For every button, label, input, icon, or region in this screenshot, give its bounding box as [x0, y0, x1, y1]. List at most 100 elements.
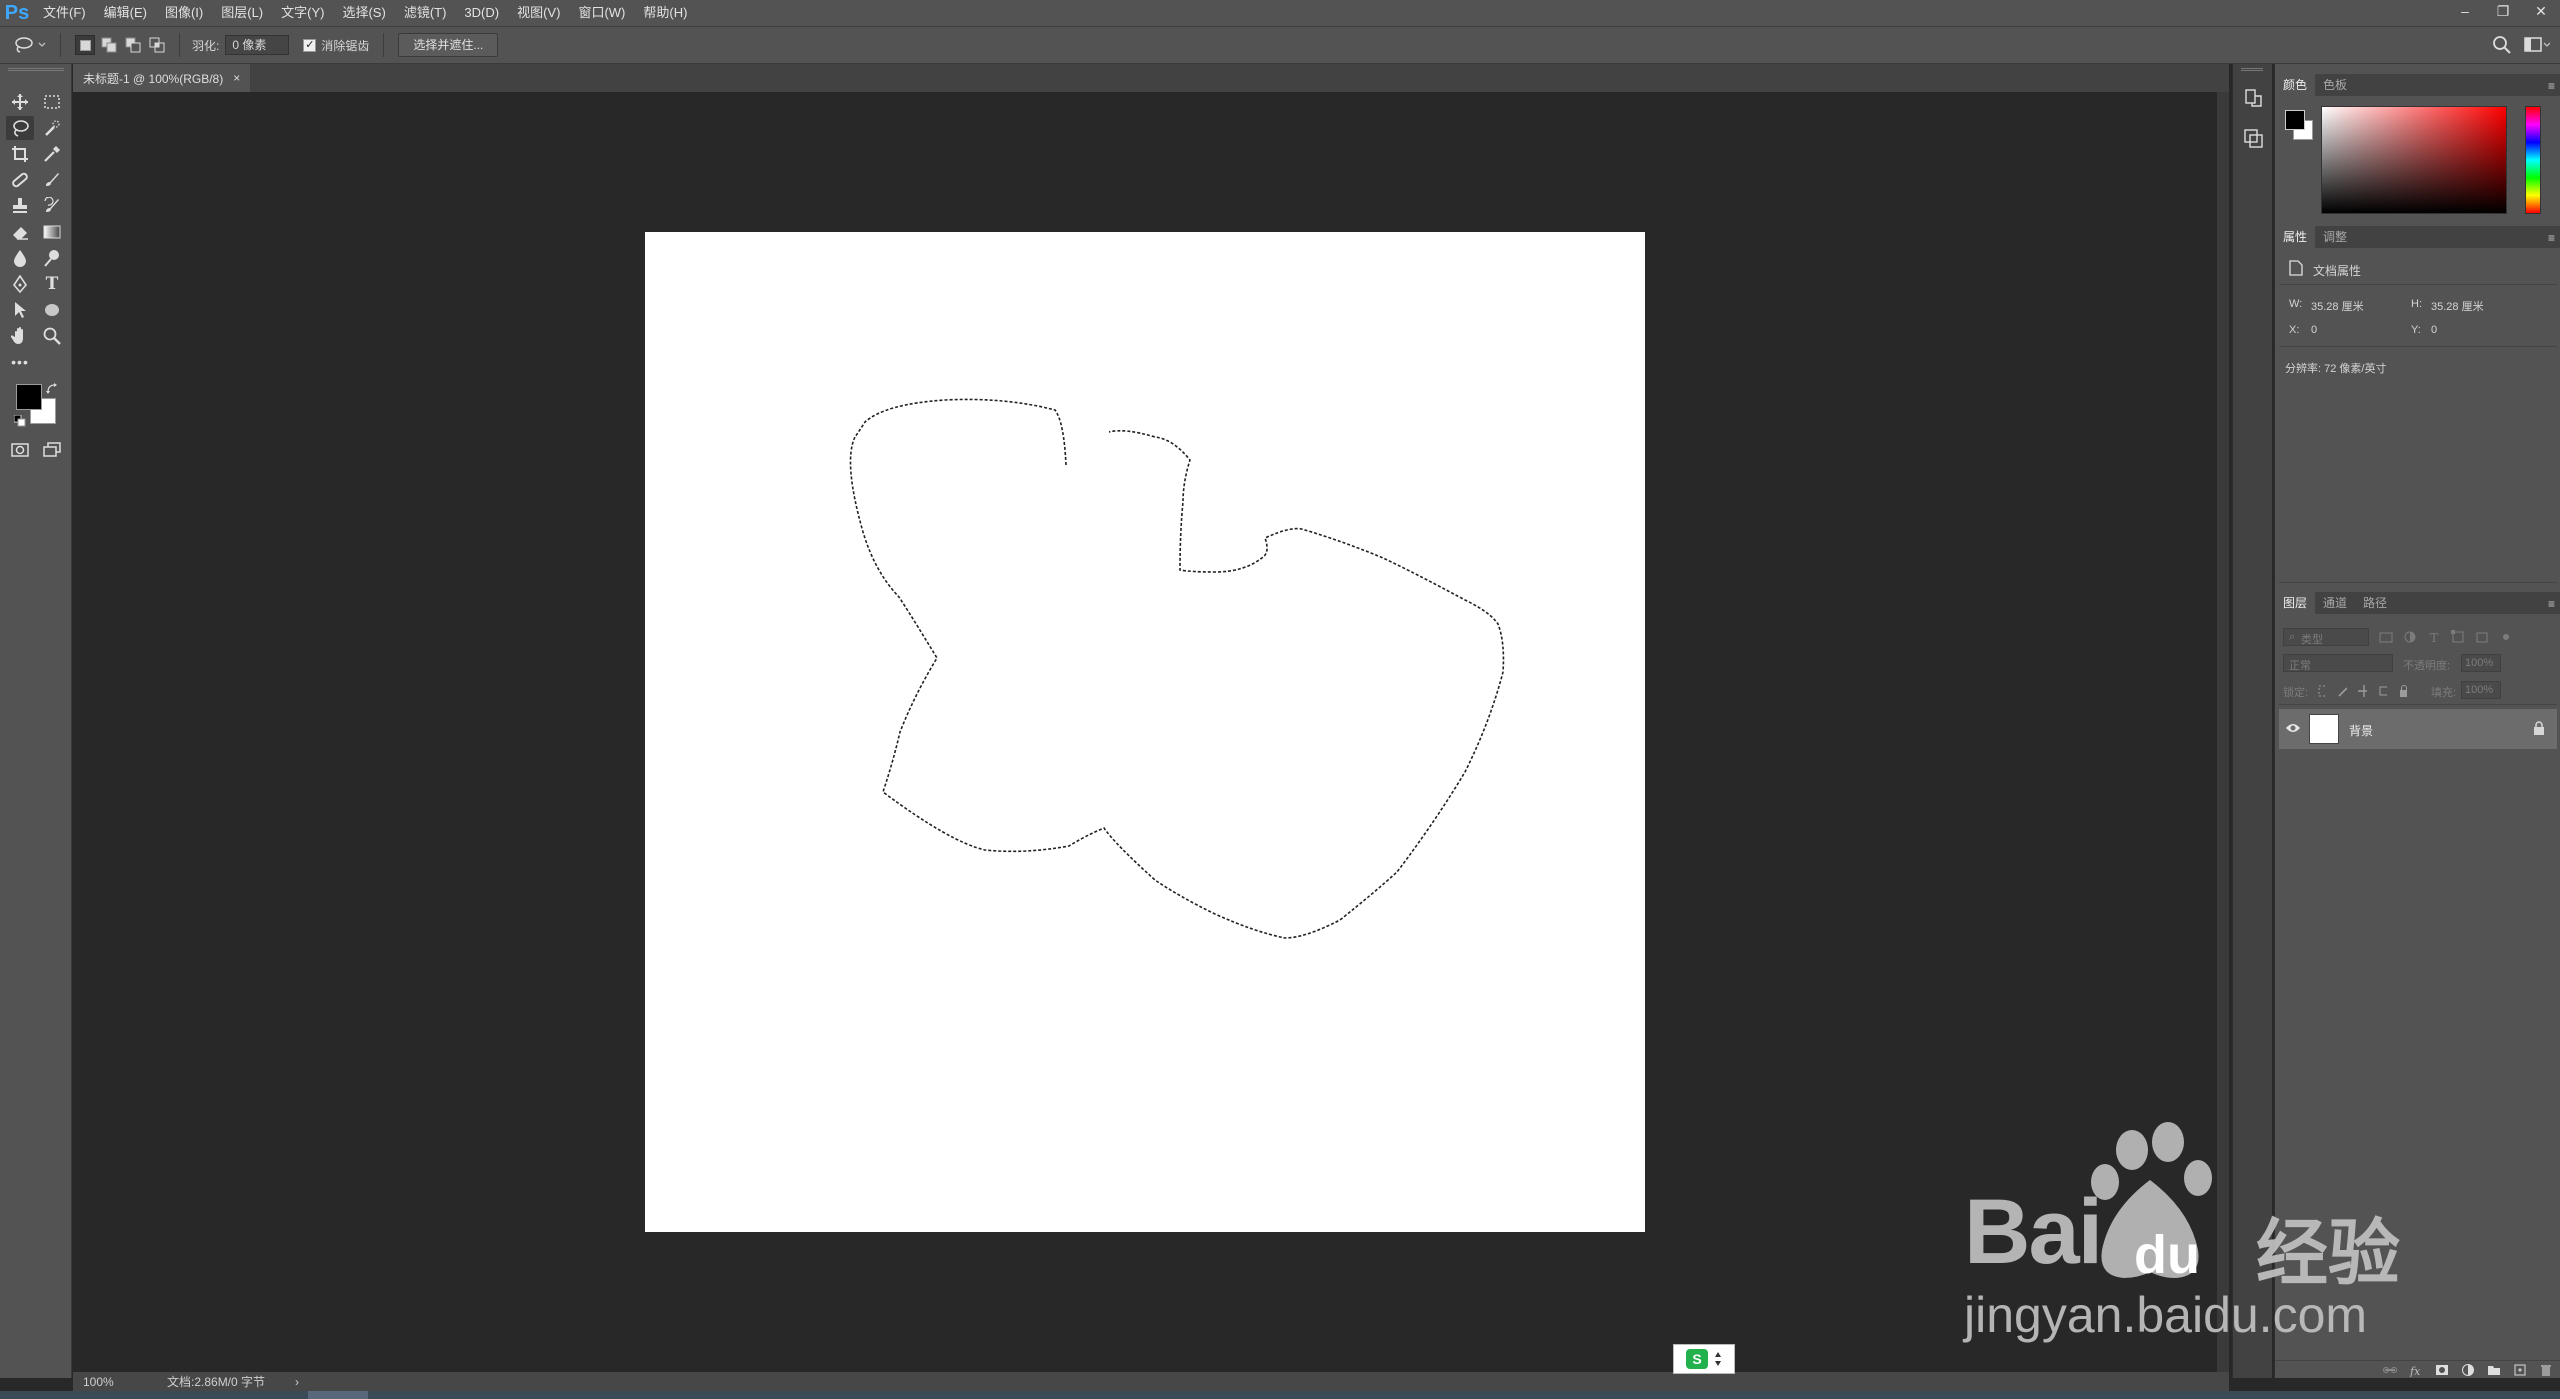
color-panel-foreground-swatch[interactable] [2285, 110, 2305, 130]
tab-adjustments[interactable]: 调整 [2315, 226, 2355, 248]
new-group-icon [2488, 1366, 2500, 1375]
filter-type-icon: T [2430, 631, 2438, 644]
link-layers-icon [2383, 1367, 2397, 1373]
menu-filter[interactable]: 滤镜(T) [395, 0, 456, 26]
healing-brush-tool-icon[interactable] [6, 168, 34, 192]
menu-type[interactable]: 文字(Y) [272, 0, 333, 26]
menu-file[interactable]: 文件(F) [34, 0, 95, 26]
window-controls: – ❐ ✕ [2446, 0, 2560, 22]
intersect-selection-button[interactable] [147, 35, 167, 55]
document-properties-title: 文档属性 [2313, 264, 2362, 278]
zoom-tool-icon[interactable] [38, 324, 66, 348]
close-button[interactable]: ✕ [2522, 0, 2560, 22]
menu-3d[interactable]: 3D(D) [455, 0, 508, 26]
resolution-text: 分辨率: 72 像素/英寸 [2285, 363, 2387, 375]
menu-image[interactable]: 图像(I) [156, 0, 212, 26]
eyedropper-tool-icon[interactable] [38, 142, 66, 166]
tab-channels[interactable]: 通道 [2315, 592, 2355, 614]
gradient-tool-icon[interactable] [38, 220, 66, 244]
ellipse-tool-icon[interactable] [38, 298, 66, 322]
filter-pixel-icon [2379, 632, 2393, 643]
document-properties-icon [2289, 260, 2303, 276]
color-picker-field[interactable] [2321, 106, 2507, 214]
filter-adjustment-icon [2404, 631, 2416, 643]
width-value[interactable]: 35.28 厘米 [2311, 298, 2364, 314]
add-selection-button[interactable] [99, 35, 119, 55]
crop-tool-icon[interactable] [6, 142, 34, 166]
restore-button[interactable]: ❐ [2484, 0, 2522, 22]
lock-image-icon [2338, 687, 2347, 697]
menu-window[interactable]: 窗口(W) [569, 0, 634, 26]
marquee-tool-icon[interactable] [38, 90, 66, 114]
brush-tool-icon[interactable] [38, 168, 66, 192]
select-and-mask-button[interactable]: 选择并遮住... [398, 33, 499, 57]
tab-properties[interactable]: 属性 [2275, 226, 2316, 248]
menu-view[interactable]: 视图(V) [508, 0, 569, 26]
canvas-area[interactable] [73, 92, 2217, 1372]
dodge-tool-icon[interactable] [38, 246, 66, 270]
antialias-label: 消除锯齿 [321, 38, 370, 53]
properties-panel-icon[interactable] [2241, 126, 2265, 150]
new-layer-icon [2514, 1364, 2526, 1376]
height-value[interactable]: 35.28 厘米 [2431, 298, 2484, 314]
path-selection-tool-icon[interactable] [6, 298, 34, 322]
history-panel-icon[interactable] [2241, 86, 2265, 110]
feather-input[interactable]: 0 像素 [225, 35, 290, 55]
menu-layer[interactable]: 图层(L) [212, 0, 272, 26]
zoom-level[interactable]: 100% [83, 1375, 143, 1389]
subtract-selection-button[interactable] [123, 35, 143, 55]
more-tools-icon[interactable]: ••• [6, 350, 34, 374]
menu-edit[interactable]: 编辑(E) [95, 0, 156, 26]
pen-tool-icon[interactable] [6, 272, 34, 296]
quick-mask-icon[interactable] [6, 438, 34, 462]
document-canvas[interactable] [645, 232, 1645, 1232]
clone-stamp-tool-icon[interactable] [6, 194, 34, 218]
lock-icons [2317, 684, 2407, 698]
tab-swatches[interactable]: 色板 [2315, 74, 2355, 96]
new-selection-button[interactable] [75, 35, 95, 55]
layers-panel-menu-icon[interactable]: ≡ [2548, 597, 2555, 611]
properties-panel-menu-icon[interactable]: ≡ [2548, 231, 2555, 245]
eraser-tool-icon[interactable] [6, 220, 34, 244]
type-tool-icon[interactable]: T [38, 272, 66, 296]
antialias-checkbox[interactable]: ✓ [303, 38, 317, 52]
ime-indicator[interactable]: S [1673, 1344, 1735, 1374]
hue-slider[interactable] [2525, 106, 2541, 214]
blur-tool-icon[interactable] [6, 246, 34, 270]
screen-mode-icon[interactable] [38, 438, 66, 462]
layer-row-background[interactable]: 背景 [2279, 709, 2557, 749]
minimize-button[interactable]: – [2446, 0, 2484, 22]
document-tab[interactable]: 未标题-1 @ 100%(RGB/8) × [73, 64, 251, 92]
menu-help[interactable]: 帮助(H) [634, 0, 696, 26]
lock-transparent-icon [2318, 685, 2327, 697]
lasso-tool-icon[interactable] [6, 116, 34, 140]
workspace-switcher-icon[interactable] [2524, 35, 2551, 55]
tab-color[interactable]: 颜色 [2275, 74, 2316, 96]
layer-visibility-eye-icon[interactable] [2285, 721, 2301, 735]
height-label: H: [2411, 298, 2422, 310]
menu-select[interactable]: 选择(S) [333, 0, 394, 26]
layer-filter-select[interactable] [2283, 628, 2369, 646]
toolbar-grip[interactable] [8, 68, 64, 71]
hand-tool-icon[interactable] [6, 324, 34, 348]
tools-panel: T ••• [0, 64, 72, 1378]
swap-colors-icon[interactable] [46, 382, 58, 394]
layers-panel-header: 图层 通道 路径 ≡ [2275, 592, 2560, 614]
y-value[interactable]: 0 [2431, 324, 2437, 336]
search-icon[interactable] [2492, 35, 2512, 55]
document-tab-close-icon[interactable]: × [233, 71, 240, 85]
x-value[interactable]: 0 [2311, 324, 2317, 336]
foreground-color-swatch[interactable] [16, 384, 42, 410]
lasso-preset-icon[interactable] [10, 30, 50, 60]
default-colors-icon[interactable] [13, 414, 26, 427]
history-brush-tool-icon[interactable] [38, 194, 66, 218]
quick-selection-tool-icon[interactable] [38, 116, 66, 140]
color-panel-header: 颜色 色板 ≡ [2275, 74, 2560, 96]
color-panel-menu-icon[interactable]: ≡ [2548, 79, 2555, 93]
layer-name[interactable]: 背景 [2349, 722, 2373, 739]
status-menu-arrow-icon[interactable]: › [295, 1375, 299, 1389]
tab-paths[interactable]: 路径 [2355, 592, 2395, 614]
move-tool-icon[interactable] [6, 90, 34, 114]
strip-grip[interactable] [2241, 68, 2263, 71]
tab-layers[interactable]: 图层 [2275, 592, 2316, 614]
